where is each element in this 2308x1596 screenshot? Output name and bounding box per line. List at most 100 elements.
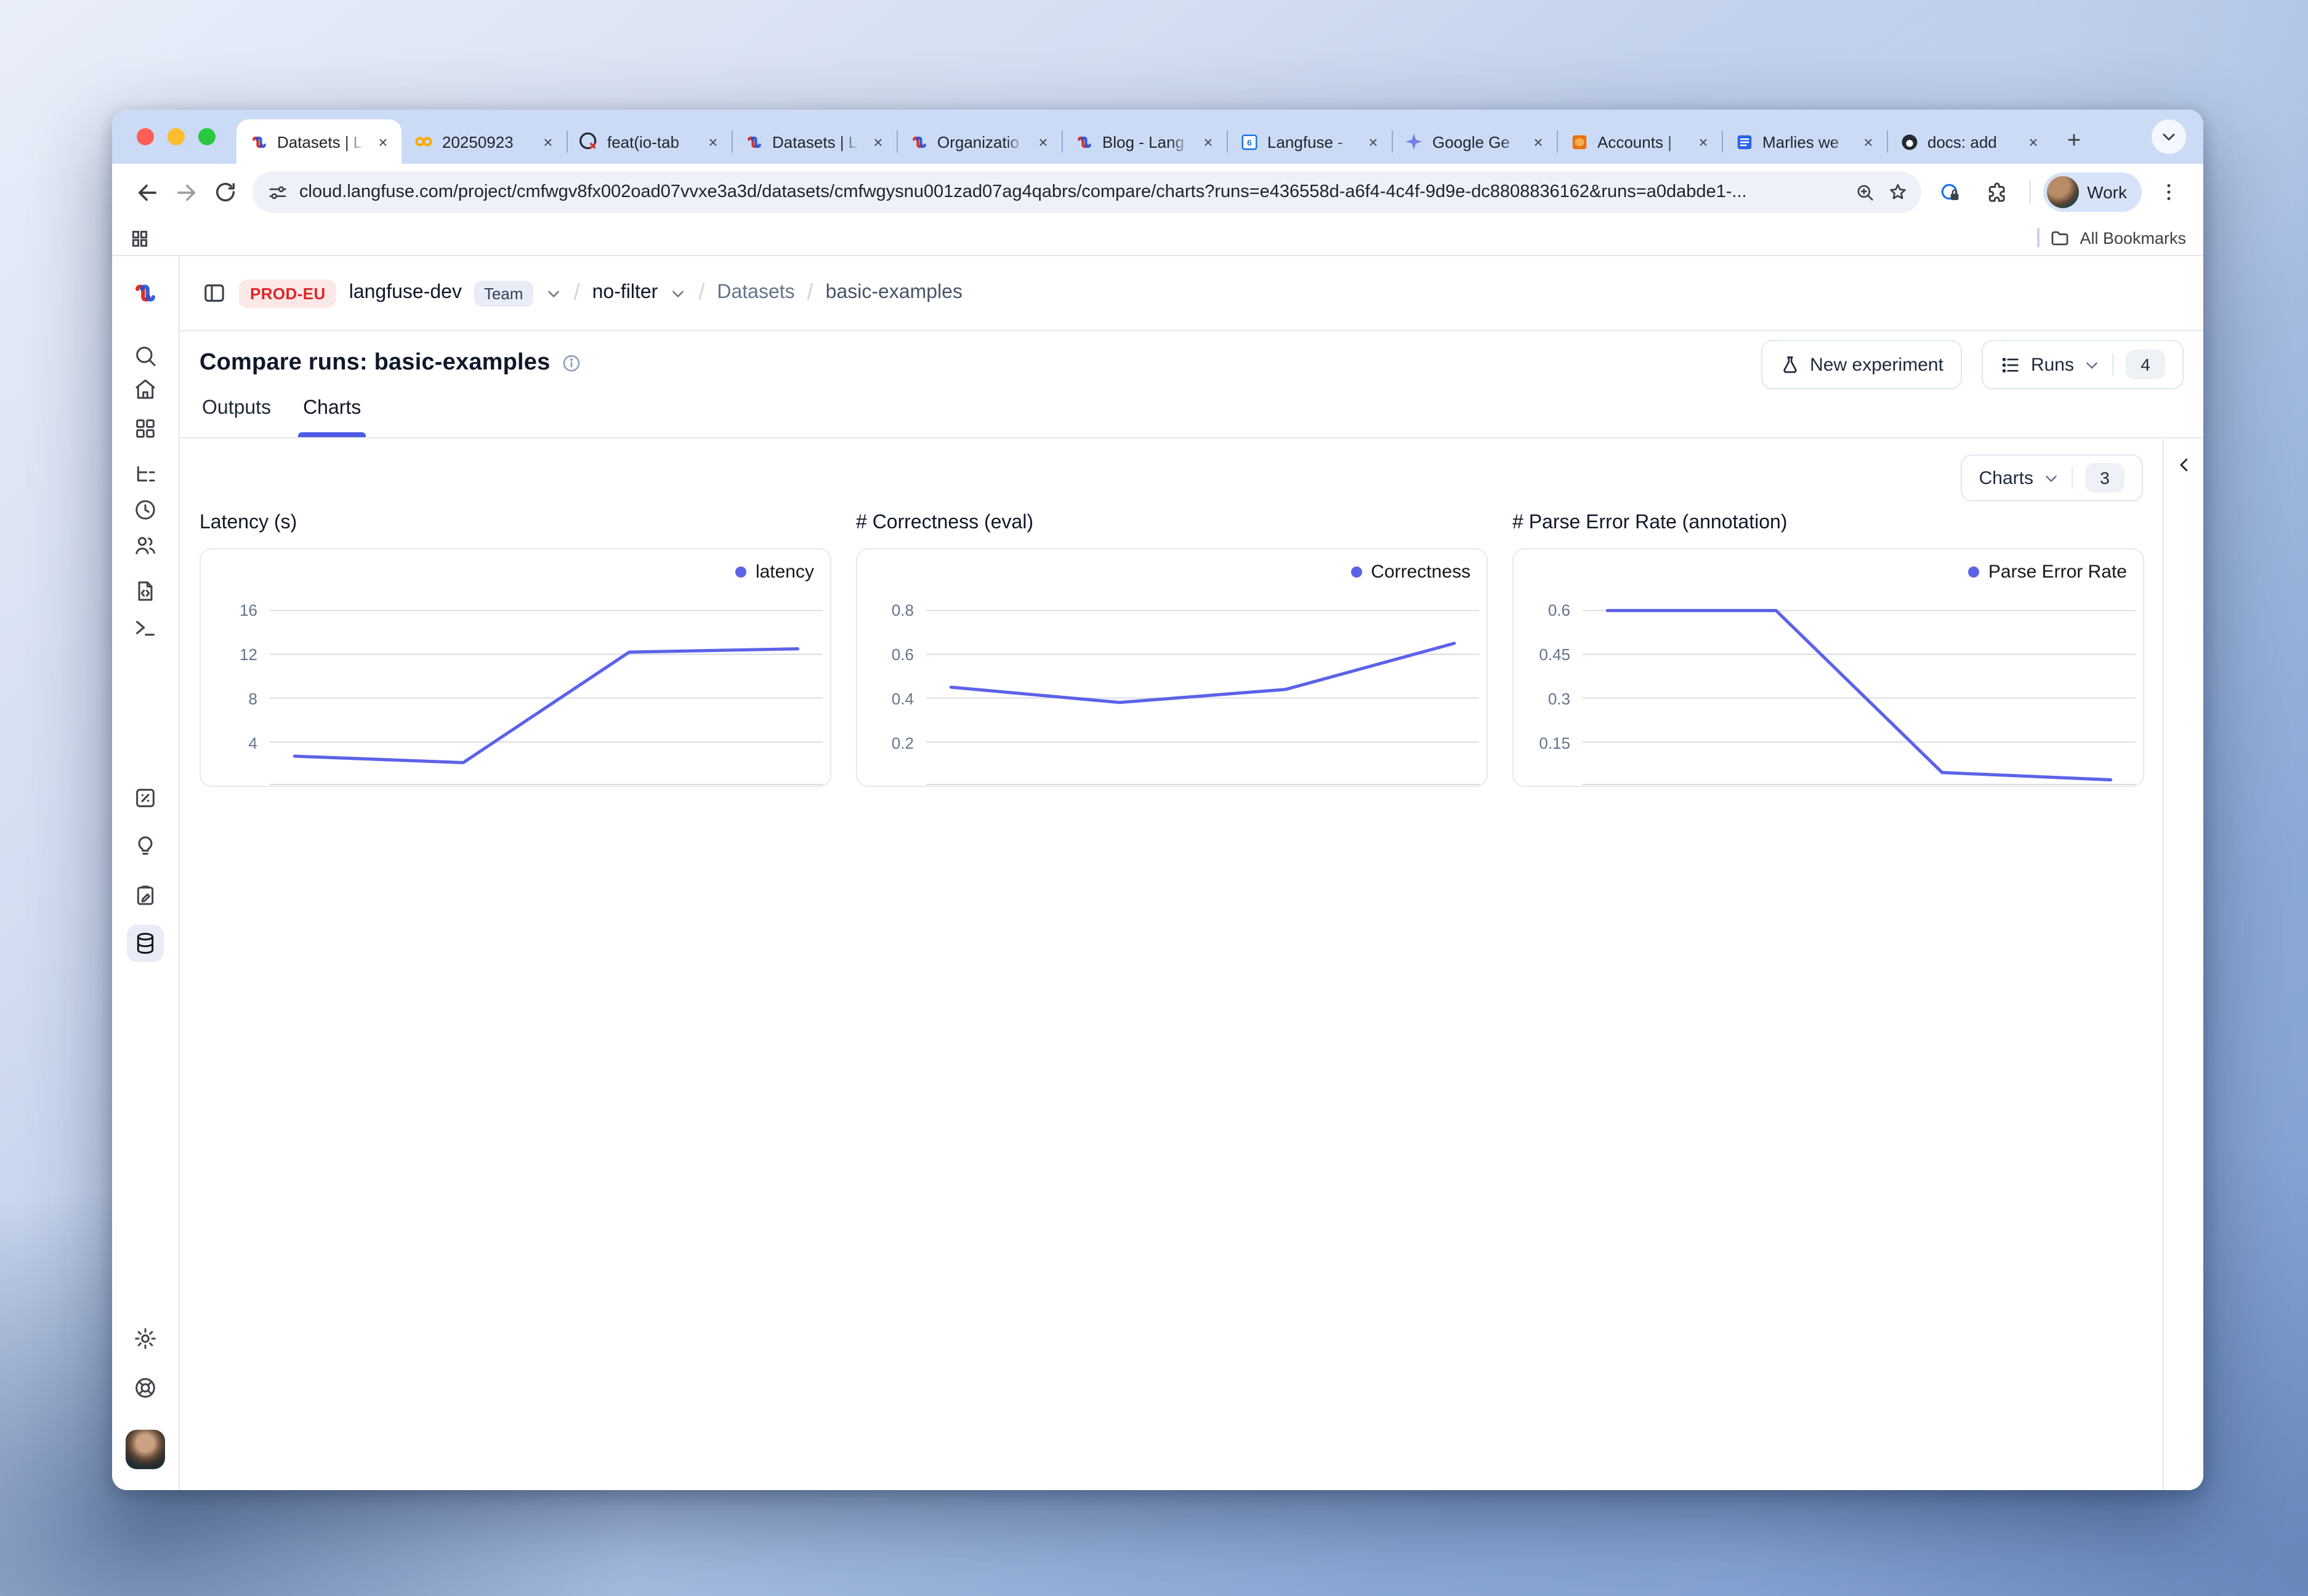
legend-label: Correctness: [1371, 562, 1471, 582]
flask-icon: [1779, 354, 1800, 375]
breadcrumb-separator: /: [698, 279, 704, 305]
bookmarks-separator: [2036, 228, 2039, 248]
sidebar-item-evaluators[interactable]: [127, 780, 164, 816]
tab-close-icon[interactable]: ×: [1363, 132, 1383, 151]
org-chevron-down-icon[interactable]: [546, 285, 562, 301]
sidebar-item-annotation-queues[interactable]: [127, 877, 164, 914]
chevron-down-icon: [2084, 357, 2100, 373]
charts-count-badge: 3: [2085, 463, 2124, 493]
back-button[interactable]: [127, 172, 166, 212]
sidebar-item-insights[interactable]: [127, 828, 164, 864]
legend-label: Parse Error Rate: [1988, 562, 2127, 582]
y-tick-label: 0.2: [857, 734, 914, 754]
breadcrumb-datasets-link[interactable]: Datasets: [717, 282, 794, 304]
browser-tab[interactable]: feat(io-tab ×: [567, 119, 732, 164]
site-info-icon[interactable]: [267, 182, 288, 203]
y-tick-label: 0.3: [1514, 690, 1570, 709]
browser-tab[interactable]: Blog - Lang ×: [1062, 119, 1227, 164]
close-window-button[interactable]: [137, 128, 154, 145]
forward-button[interactable]: [166, 172, 206, 212]
new-tab-button[interactable]: +: [2057, 124, 2091, 159]
user-avatar[interactable]: [126, 1430, 165, 1469]
chart-card[interactable]: latency 161284: [200, 548, 831, 787]
apps-grid-icon[interactable]: [129, 227, 150, 248]
tab-title: docs: add: [1927, 132, 2015, 151]
address-bar[interactable]: cloud.langfuse.com/project/cmfwgv8fx002o…: [252, 171, 1921, 213]
tab-close-icon[interactable]: ×: [1528, 132, 1548, 151]
chart-block: Latency (s) latency 161284: [200, 512, 831, 787]
tab-close-icon[interactable]: ×: [2024, 132, 2043, 151]
project-name[interactable]: no-filter: [592, 282, 658, 304]
line-chart: [270, 549, 823, 786]
charts-row: Latency (s) latency 161284 # Correctness…: [200, 512, 2144, 787]
tab-charts[interactable]: Charts: [303, 395, 361, 437]
tab-title: Google Ge: [1432, 132, 1520, 151]
sidebar-item-settings[interactable]: [127, 1320, 164, 1357]
extension-lock-icon[interactable]: [1931, 172, 1970, 212]
sidebar-item-home[interactable]: [127, 371, 164, 408]
sidebar-toggle-icon[interactable]: [202, 281, 227, 305]
chart-legend: Parse Error Rate: [1969, 562, 2127, 582]
y-tick-label: 4: [201, 734, 257, 754]
browser-tab[interactable]: Datasets | L ×: [732, 119, 897, 164]
org-name[interactable]: langfuse-dev: [349, 282, 462, 304]
profile-name: Work: [2087, 182, 2127, 202]
y-tick-label: 12: [201, 645, 257, 665]
sidebar-item-playground[interactable]: [127, 610, 164, 647]
playground-icon: [133, 616, 158, 640]
all-bookmarks-button[interactable]: All Bookmarks: [2036, 227, 2186, 248]
maximize-window-button[interactable]: [198, 128, 216, 145]
runs-selector-button[interactable]: Runs 4: [1982, 340, 2184, 389]
tab-title: Langfuse -: [1267, 132, 1355, 151]
tab-close-icon[interactable]: ×: [703, 132, 723, 151]
reload-button[interactable]: [206, 172, 245, 212]
browser-tabs: Datasets | L × 20250923 × feat(io-tab × …: [236, 119, 2129, 164]
sidebar-item-prompts[interactable]: [127, 573, 164, 610]
browser-tab[interactable]: Organizatio ×: [897, 119, 1062, 164]
new-experiment-label: New experiment: [1810, 354, 1943, 375]
tab-close-icon[interactable]: ×: [868, 132, 888, 151]
tab-close-icon[interactable]: ×: [373, 132, 393, 151]
sidebar-item-dashboards[interactable]: [127, 410, 164, 447]
tab-close-icon[interactable]: ×: [1033, 132, 1053, 151]
sidebar-item-search[interactable]: [127, 337, 164, 374]
browser-tab[interactable]: 6 Langfuse - ×: [1227, 119, 1392, 164]
bookmark-star-icon[interactable]: [1886, 181, 1908, 203]
browser-tab[interactable]: 20250923 ×: [401, 119, 567, 164]
environment-badge: PROD-EU: [239, 279, 337, 307]
chart-block: # Parse Error Rate (annotation) Parse Er…: [1512, 512, 2144, 787]
browser-tab[interactable]: Marlies we ×: [1722, 119, 1887, 164]
minimize-window-button[interactable]: [167, 128, 185, 145]
charts-selector-button[interactable]: Charts 3: [1961, 454, 2143, 501]
browser-menu-kebab-icon[interactable]: [2149, 172, 2189, 212]
collapse-panel-chevron-icon[interactable]: [2174, 456, 2193, 478]
tab-outputs[interactable]: Outputs: [202, 395, 271, 437]
tab-close-icon[interactable]: ×: [538, 132, 558, 151]
browser-tab[interactable]: Google Ge ×: [1392, 119, 1557, 164]
browser-tab[interactable]: Accounts | ×: [1557, 119, 1722, 164]
sidebar-item-support[interactable]: [127, 1369, 164, 1406]
sidebar-item-tracing[interactable]: [127, 457, 164, 494]
breadcrumb-current-item[interactable]: basic-examples: [826, 282, 962, 304]
browser-tab[interactable]: Datasets | L ×: [236, 119, 401, 164]
browser-tab[interactable]: docs: add ×: [1887, 119, 2052, 164]
new-experiment-button[interactable]: New experiment: [1761, 340, 1962, 389]
tab-close-icon[interactable]: ×: [1858, 132, 1878, 151]
chart-card[interactable]: Parse Error Rate 0.60.450.30.15: [1512, 548, 2144, 787]
sidebar-item-users[interactable]: [127, 527, 164, 564]
info-icon[interactable]: [562, 353, 581, 373]
tab-close-icon[interactable]: ×: [1198, 132, 1218, 151]
tab-search-chevron-icon[interactable]: [2152, 119, 2186, 154]
sidebar-item-datasets[interactable]: [127, 925, 164, 962]
chart-card[interactable]: Correctness 0.80.60.40.2: [856, 548, 1488, 787]
profile-chip[interactable]: Work: [2043, 172, 2142, 212]
project-chevron-down-icon[interactable]: [670, 285, 686, 301]
extensions-puzzle-icon[interactable]: [1977, 172, 2017, 212]
tracing-icon: [133, 463, 158, 488]
sidebar-item-sessions[interactable]: [127, 491, 164, 528]
url-text: cloud.langfuse.com/project/cmfwgv8fx002o…: [299, 182, 1843, 202]
tab-favicon: [1899, 132, 1919, 151]
tab-favicon: [249, 132, 268, 151]
tab-close-icon[interactable]: ×: [1693, 132, 1713, 151]
zoom-page-icon[interactable]: [1854, 182, 1875, 203]
